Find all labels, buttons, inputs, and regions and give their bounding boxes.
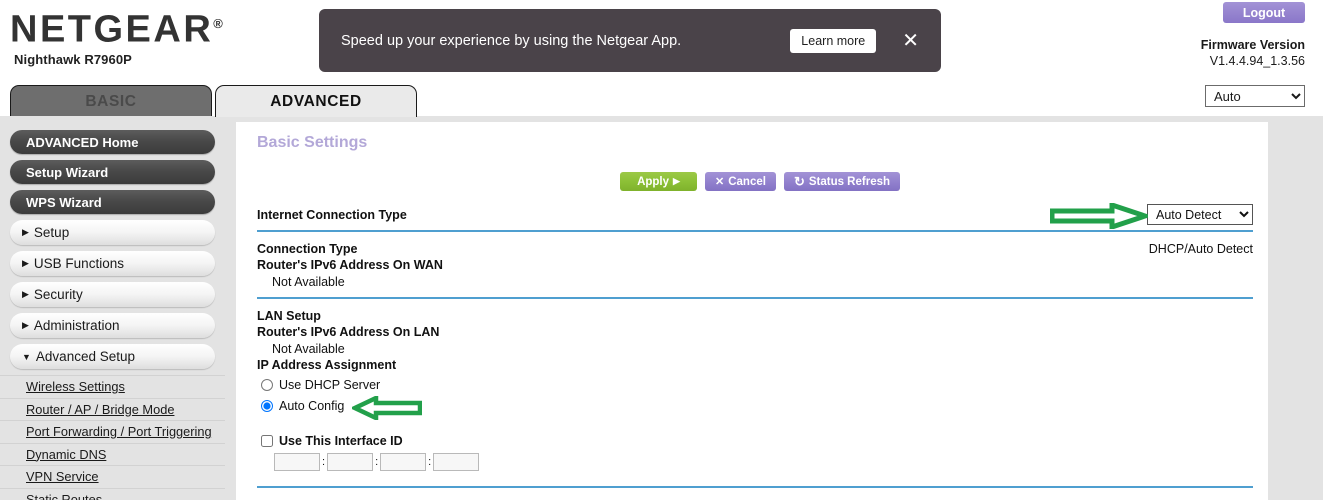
- ip-address-assignment-label: IP Address Assignment: [257, 358, 396, 372]
- interface-id-field-1[interactable]: [274, 453, 320, 471]
- arrow-to-connection-type-dropdown: [1050, 203, 1148, 229]
- sidebar-navigation: ADVANCED Home Setup Wizard WPS Wizard ▶ S…: [0, 130, 225, 500]
- interface-id-field-2[interactable]: [327, 453, 373, 471]
- interface-id-field-group: : : :: [274, 453, 479, 471]
- router-model: Nighthawk R7960P: [14, 52, 223, 67]
- divider-interface-id: [257, 486, 1253, 488]
- registered-trademark-icon: ®: [213, 16, 223, 31]
- sidebar-group-administration[interactable]: ▶ Administration: [10, 313, 215, 338]
- checkbox-row-use-interface-id[interactable]: Use This Interface ID: [261, 434, 403, 448]
- chevron-right-icon: ▶: [22, 289, 29, 300]
- sidebar-item-setup-wizard[interactable]: Setup Wizard: [10, 160, 215, 184]
- sidebar-item-label: Port Forwarding / Port Triggering: [26, 424, 212, 439]
- sidebar-item-dynamic-dns[interactable]: Dynamic DNS: [0, 443, 225, 466]
- firmware-version-label: Firmware Version: [1201, 38, 1305, 52]
- sidebar-item-wireless-settings[interactable]: Wireless Settings: [0, 375, 225, 398]
- sidebar-item-label: Dynamic DNS: [26, 447, 106, 462]
- divider-internet: [257, 230, 1253, 232]
- apply-button[interactable]: Apply ▶: [620, 172, 697, 191]
- radio-auto-config[interactable]: [261, 400, 273, 412]
- sidebar-item-label: Wireless Settings: [26, 379, 125, 394]
- cancel-label: Cancel: [728, 176, 766, 188]
- sidebar-sublist-advanced-setup: Wireless Settings Router / AP / Bridge M…: [0, 375, 225, 500]
- learn-more-button[interactable]: Learn more: [790, 29, 876, 53]
- field-separator: :: [375, 456, 378, 468]
- cancel-button[interactable]: ✕ Cancel: [705, 172, 776, 191]
- close-icon: ✕: [715, 175, 724, 188]
- ipv6-lan-label: Router's IPv6 Address On LAN: [257, 325, 439, 339]
- sidebar-group-label: Advanced Setup: [36, 349, 135, 364]
- ipv6-wan-value: Not Available: [272, 275, 345, 289]
- sidebar-item-label: ADVANCED Home: [26, 135, 138, 150]
- sidebar-group-security[interactable]: ▶ Security: [10, 282, 215, 307]
- lan-setup-heading: LAN Setup: [257, 309, 321, 323]
- page-title: Basic Settings: [257, 134, 367, 152]
- logout-button[interactable]: Logout: [1223, 2, 1305, 23]
- sidebar-item-wps-wizard[interactable]: WPS Wizard: [10, 190, 215, 214]
- action-button-row: Apply ▶ ✕ Cancel ↻ Status Refresh: [620, 172, 900, 191]
- tab-basic[interactable]: BASIC: [10, 85, 212, 117]
- arrow-to-auto-config-radio: [352, 396, 422, 420]
- sidebar-item-label: Setup Wizard: [26, 165, 108, 180]
- interface-id-field-3[interactable]: [380, 453, 426, 471]
- sidebar-group-label: Security: [34, 287, 83, 302]
- close-icon[interactable]: ✕: [902, 31, 919, 51]
- language-select[interactable]: Auto: [1205, 85, 1305, 107]
- ipv6-wan-label: Router's IPv6 Address On WAN: [257, 258, 443, 272]
- internet-connection-type-heading: Internet Connection Type: [257, 208, 407, 222]
- ipv6-lan-value: Not Available: [272, 342, 345, 356]
- connection-type-select[interactable]: Auto Detect: [1147, 204, 1253, 225]
- router-admin-page: NETGEAR® Nighthawk R7960P Speed up your …: [0, 0, 1323, 500]
- refresh-icon: ↻: [794, 174, 805, 190]
- divider-wan: [257, 297, 1253, 299]
- sidebar-group-setup[interactable]: ▶ Setup: [10, 220, 215, 245]
- sidebar-group-label: Setup: [34, 225, 69, 240]
- netgear-wordmark: NETGEAR®: [10, 4, 223, 50]
- tab-advanced[interactable]: ADVANCED: [215, 85, 417, 117]
- promo-banner: Speed up your experience by using the Ne…: [319, 9, 941, 72]
- sidebar-group-usb-functions[interactable]: ▶ USB Functions: [10, 251, 215, 276]
- chevron-right-icon: ▶: [22, 320, 29, 331]
- sidebar-item-label: Router / AP / Bridge Mode: [26, 402, 174, 417]
- chevron-down-icon: ▼: [22, 352, 31, 362]
- sidebar-item-label: WPS Wizard: [26, 195, 102, 210]
- firmware-version-value: V1.4.4.94_1.3.56: [1210, 54, 1305, 68]
- checkbox-use-interface-id[interactable]: [261, 435, 273, 447]
- interface-id-field-4[interactable]: [433, 453, 479, 471]
- sidebar-item-port-forwarding[interactable]: Port Forwarding / Port Triggering: [0, 420, 225, 443]
- sidebar-item-static-routes[interactable]: Static Routes: [0, 488, 225, 500]
- sidebar-item-label: Static Routes: [26, 492, 102, 500]
- sidebar-item-vpn-service[interactable]: VPN Service: [0, 465, 225, 488]
- logo-name: NETGEAR: [10, 9, 213, 51]
- status-refresh-label: Status Refresh: [809, 176, 890, 188]
- radio-row-use-dhcp-server[interactable]: Use DHCP Server: [261, 378, 380, 392]
- radio-use-dhcp-server[interactable]: [261, 379, 273, 391]
- apply-label: Apply: [637, 176, 669, 188]
- connection-type-label: Connection Type: [257, 242, 357, 256]
- chevron-right-icon: ▶: [22, 258, 29, 269]
- status-refresh-button[interactable]: ↻ Status Refresh: [784, 172, 900, 191]
- radio-label-auto-config: Auto Config: [279, 399, 344, 413]
- field-separator: :: [428, 456, 431, 468]
- sidebar-item-advanced-home[interactable]: ADVANCED Home: [10, 130, 215, 154]
- sidebar-item-router-ap-bridge-mode[interactable]: Router / AP / Bridge Mode: [0, 398, 225, 421]
- checkbox-label-use-interface-id: Use This Interface ID: [279, 434, 403, 448]
- sidebar-item-label: VPN Service: [26, 469, 99, 484]
- connection-type-value: DHCP/Auto Detect: [1149, 242, 1253, 256]
- sidebar-group-label: Administration: [34, 318, 120, 333]
- promo-message: Speed up your experience by using the Ne…: [341, 33, 790, 49]
- brand-logo: NETGEAR® Nighthawk R7960P: [10, 4, 223, 67]
- sidebar-group-label: USB Functions: [34, 256, 124, 271]
- chevron-right-icon: ▶: [22, 227, 29, 238]
- radio-row-auto-config[interactable]: Auto Config: [261, 399, 344, 413]
- sidebar-group-advanced-setup[interactable]: ▼ Advanced Setup: [10, 344, 215, 369]
- radio-label-use-dhcp-server: Use DHCP Server: [279, 378, 380, 392]
- play-arrow-icon: ▶: [673, 176, 680, 187]
- field-separator: :: [322, 456, 325, 468]
